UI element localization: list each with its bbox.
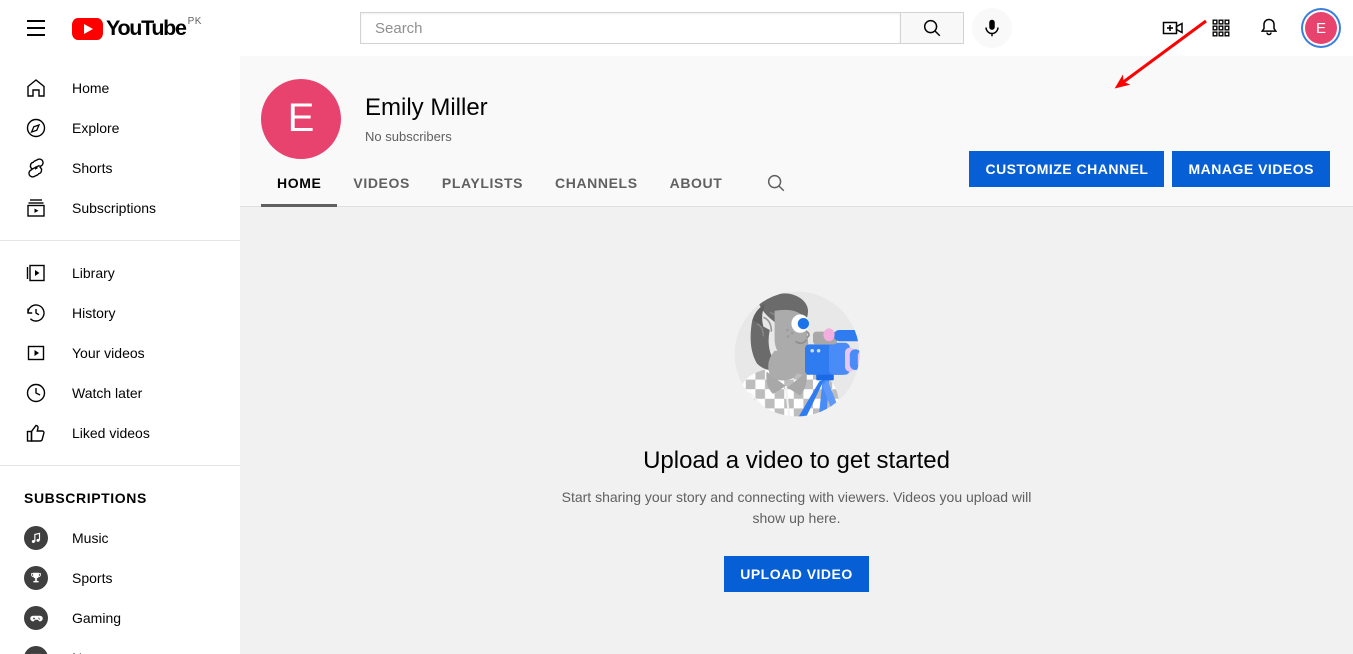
- top-navigation-bar: YouTube PK Search E: [0, 0, 1353, 56]
- sidebar-item-label: Explore: [72, 120, 120, 136]
- home-icon: [24, 76, 48, 100]
- microphone-icon: [985, 19, 999, 37]
- sidebar-item-label: Library: [72, 265, 115, 281]
- channel-identity-row: E Emily Miller No subscribers: [240, 56, 1353, 160]
- menu-line: [27, 27, 45, 29]
- sidebar-item-label: Liked videos: [72, 425, 150, 441]
- search-box[interactable]: [360, 12, 900, 44]
- sidebar-item-label: History: [72, 305, 116, 321]
- sidebar-item-gaming[interactable]: Gaming: [0, 598, 240, 638]
- tab-home[interactable]: HOME: [261, 160, 338, 207]
- gamepad-icon: [24, 606, 48, 630]
- menu-line: [27, 34, 45, 36]
- sidebar-item-sports[interactable]: Sports: [0, 558, 240, 598]
- your-videos-icon: [24, 341, 48, 365]
- sidebar-item-your-videos[interactable]: Your videos: [0, 333, 240, 373]
- youtube-apps-button[interactable]: [1201, 8, 1241, 48]
- upload-button-wrapper: UPLOAD VIDEO: [724, 556, 869, 592]
- youtube-logo-text: YouTube: [106, 15, 187, 40]
- channel-avatar-letter: E: [287, 96, 315, 140]
- sidebar-item-label: Your videos: [72, 345, 145, 361]
- youtube-play-icon: [72, 17, 103, 40]
- sidebar-item-shorts[interactable]: Shorts: [0, 148, 240, 188]
- newspaper-icon: [24, 646, 48, 654]
- empty-state-title: Upload a video to get started: [643, 447, 950, 474]
- sidebar-item-home[interactable]: Home: [0, 68, 240, 108]
- youtube-apps-grid-icon: [1212, 19, 1230, 37]
- tab-about[interactable]: ABOUT: [654, 160, 739, 207]
- logo-country-code: PK: [187, 15, 202, 27]
- sidebar-item-music[interactable]: Music: [0, 518, 240, 558]
- customize-channel-button[interactable]: CUSTOMIZE CHANNEL: [969, 151, 1165, 187]
- sidebar-navigation: Home Explore Shorts Subscriptions Librar…: [0, 56, 240, 654]
- subscriptions-section-title: SUBSCRIPTIONS: [24, 490, 147, 506]
- notifications-bell-icon: [1260, 18, 1278, 36]
- tab-playlists[interactable]: PLAYLISTS: [426, 160, 539, 207]
- sidebar-item-label: News: [72, 650, 107, 654]
- history-icon: [24, 301, 48, 325]
- upload-video-button[interactable]: UPLOAD VIDEO: [724, 556, 869, 592]
- tab-channels[interactable]: CHANNELS: [539, 160, 654, 207]
- manage-videos-button[interactable]: MANAGE VIDEOS: [1172, 151, 1330, 187]
- search-icon: [923, 19, 941, 37]
- channel-header: E Emily Miller No subscribers CUSTOMIZE …: [240, 56, 1353, 207]
- sidebar-subscriptions-section: SUBSCRIPTIONS Music Sports Gaming: [0, 466, 240, 654]
- explore-compass-icon: [24, 116, 48, 140]
- sidebar-item-label: Music: [72, 530, 109, 546]
- menu-line: [27, 20, 45, 22]
- sidebar-item-label: Subscriptions: [72, 200, 157, 216]
- top-bar-actions: E: [1153, 0, 1339, 56]
- sidebar-item-label: Home: [72, 80, 110, 96]
- channel-meta: Emily Miller No subscribers: [365, 93, 488, 144]
- shorts-icon: [24, 156, 48, 180]
- search-area: [360, 8, 1012, 48]
- sidebar-item-explore[interactable]: Explore: [0, 108, 240, 148]
- channel-avatar[interactable]: E: [261, 78, 341, 159]
- sidebar-item-label: Shorts: [72, 160, 113, 176]
- thumbs-up-icon: [24, 421, 48, 445]
- watch-later-clock-icon: [24, 381, 48, 405]
- search-icon: [768, 174, 785, 192]
- hamburger-menu-icon[interactable]: [16, 8, 56, 48]
- channel-content-area: E Emily Miller No subscribers CUSTOMIZE …: [240, 56, 1353, 654]
- tab-videos[interactable]: VIDEOS: [337, 160, 426, 207]
- sidebar-item-subscriptions[interactable]: Subscriptions: [0, 188, 240, 228]
- sidebar-item-history[interactable]: History: [0, 293, 240, 333]
- account-avatar[interactable]: E: [1305, 12, 1337, 44]
- subscriber-count: No subscribers: [365, 129, 452, 144]
- channel-search-button[interactable]: [756, 163, 796, 203]
- music-note-icon: [24, 526, 48, 550]
- subscriptions-icon: [24, 196, 48, 220]
- sidebar-primary-section: Home Explore Shorts Subscriptions: [0, 56, 240, 240]
- sidebar-item-label: Watch later: [72, 385, 143, 401]
- youtube-logo[interactable]: YouTube PK: [72, 15, 202, 40]
- voice-search-button[interactable]: [972, 8, 1012, 48]
- library-icon: [24, 261, 48, 285]
- search-input[interactable]: [373, 18, 896, 38]
- sidebar-item-library[interactable]: Library: [0, 253, 240, 293]
- sidebar-library-section: Library History Your videos Watch later …: [0, 241, 240, 465]
- sidebar-item-label: Gaming: [72, 610, 122, 626]
- notifications-button[interactable]: [1249, 8, 1289, 48]
- sidebar-item-watch-later[interactable]: Watch later: [0, 373, 240, 413]
- trophy-icon: [24, 566, 48, 590]
- empty-channel-state: Upload a video to get started Start shar…: [240, 206, 1353, 592]
- search-button[interactable]: [900, 12, 964, 44]
- person-filming-with-camcorder-illustration: [734, 291, 859, 417]
- sidebar-item-news[interactable]: News: [0, 638, 240, 654]
- channel-action-buttons: CUSTOMIZE CHANNEL MANAGE VIDEOS: [969, 151, 1330, 187]
- sidebar-item-label: Sports: [72, 570, 113, 586]
- sidebar-item-liked-videos[interactable]: Liked videos: [0, 413, 240, 453]
- create-video-icon: [1162, 21, 1183, 35]
- channel-name: Emily Miller: [365, 94, 488, 121]
- create-video-button[interactable]: [1153, 8, 1193, 48]
- empty-state-description: Start sharing your story and connecting …: [561, 489, 1032, 526]
- youtube-channel-page: YouTube PK Search E Home Explore Shorts …: [0, 0, 1353, 654]
- avatar-letter: E: [1315, 19, 1326, 37]
